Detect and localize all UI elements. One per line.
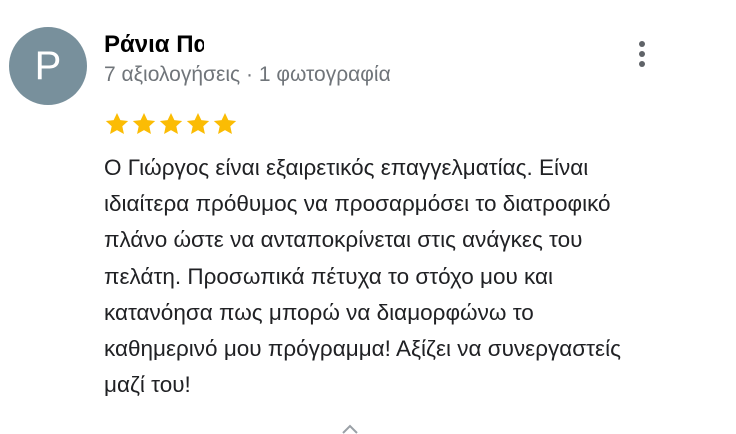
more-vert-icon	[639, 41, 645, 47]
star-icon	[186, 112, 210, 134]
star-icon	[105, 112, 129, 134]
star-icon	[159, 112, 183, 134]
review-text-line: ιδιαίτερα πρόθυμος να προσαρμόσει το δια…	[104, 191, 611, 217]
review-card: P Ράνια Πα 7 αξιολογήσεις · 1 φωτογραφία…	[0, 0, 736, 434]
star-icon	[213, 112, 237, 134]
more-vert-icon-dot	[639, 61, 645, 67]
reviewer-name[interactable]: Ράνια Πα	[104, 30, 204, 60]
avatar-letter: P	[34, 44, 62, 88]
review-text-line: πλάνο ώστε να ανταποκρίνεται στις ανάγκε…	[104, 227, 583, 253]
review-text-line: καθημερινό μου πρόγραμμα! Αξίζει να συνε…	[104, 336, 621, 362]
chevron-up-icon[interactable]	[341, 424, 359, 434]
star-rating	[104, 110, 238, 138]
reviewer-avatar[interactable]: P	[9, 27, 87, 105]
review-text: Ο Γιώργος είναι εξαιρετικός επαγγελματία…	[104, 150, 714, 403]
review-text-line: Ο Γιώργος είναι εξαιρετικός επαγγελματία…	[104, 155, 589, 180]
review-text-line: μαζί του!	[104, 372, 191, 398]
more-options-button[interactable]	[622, 30, 662, 78]
reviewer-meta[interactable]: 7 αξιολογήσεις · 1 φωτογραφία	[104, 62, 391, 88]
more-vert-icon-dot	[639, 51, 645, 57]
review-text-line: πελάτη. Προσωπικά πέτυχα το στόχο μου κα…	[104, 263, 554, 289]
review-text-line: κατανόησα πως μπορώ να διαμορφώνω το	[104, 299, 534, 325]
star-icon	[132, 112, 156, 134]
